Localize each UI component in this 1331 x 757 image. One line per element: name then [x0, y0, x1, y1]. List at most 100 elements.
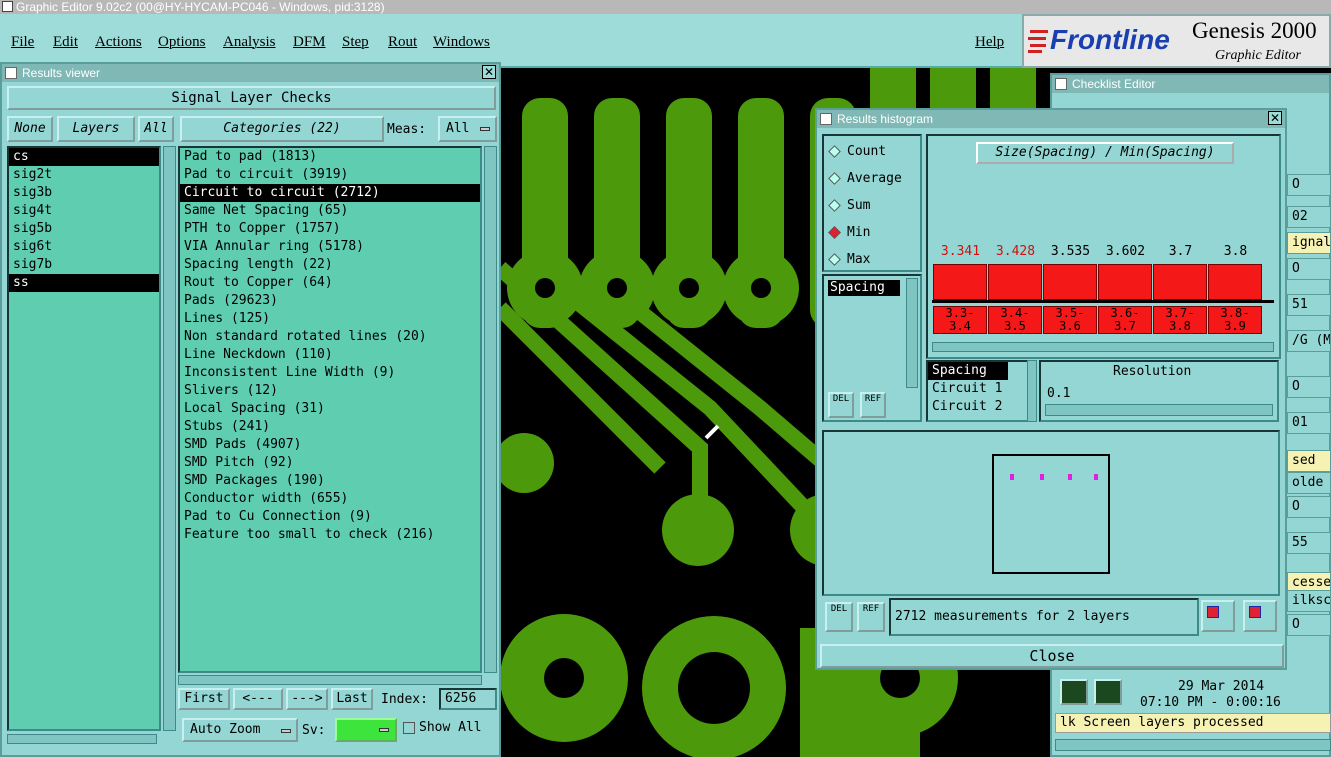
checklist-item-fragment[interactable]: ilksc [1287, 590, 1331, 612]
layer-item[interactable]: sig4t [9, 202, 159, 220]
run-icon[interactable] [1060, 679, 1088, 705]
checklist-item-fragment[interactable]: ignal [1287, 232, 1331, 254]
checklist-item-fragment[interactable]: olde [1287, 472, 1331, 494]
checklist-item-fragment[interactable]: O [1287, 174, 1331, 196]
all-button[interactable]: All [138, 116, 174, 142]
layer-item[interactable]: ss [9, 274, 159, 292]
category-item[interactable]: Conductor width (655) [180, 490, 480, 508]
layer-item[interactable]: sig5b [9, 220, 159, 238]
del-button[interactable]: DEL [828, 392, 854, 418]
category-item[interactable]: SMD Packages (190) [180, 472, 480, 490]
auto-zoom-dropdown[interactable]: Auto Zoom [182, 718, 298, 742]
histogram-bar[interactable] [1098, 264, 1152, 300]
category-item[interactable]: Pads (29623) [180, 292, 480, 310]
menu-analysis[interactable]: Analysis [223, 34, 276, 51]
field-spacing[interactable]: Spacing [828, 280, 900, 296]
ref-button-bottom[interactable]: REF [857, 602, 885, 632]
layer-item[interactable]: sig2t [9, 166, 159, 184]
layer-item[interactable]: cs [9, 148, 159, 166]
option-max-radio[interactable]: Max [828, 252, 870, 267]
menu-rout[interactable]: Rout [388, 34, 417, 51]
category-item[interactable]: Feature too small to check (216) [180, 526, 480, 544]
attr-item[interactable]: Spacing [928, 362, 1008, 380]
category-item[interactable]: Line Neckdown (110) [180, 346, 480, 364]
layer-item[interactable]: sig3b [9, 184, 159, 202]
category-item[interactable]: Non standard rotated lines (20) [180, 328, 480, 346]
category-item[interactable]: Local Spacing (31) [180, 400, 480, 418]
category-item[interactable]: Inconsistent Line Width (9) [180, 364, 480, 382]
categories-list[interactable]: Pad to pad (1813) Pad to circuit (3919) Ci… [178, 146, 482, 673]
checklist-item-fragment[interactable]: /G (M [1287, 330, 1331, 352]
category-item[interactable]: Circuit to circuit (2712) [180, 184, 480, 202]
meas-dropdown[interactable]: All [438, 116, 497, 142]
histogram-bar[interactable] [988, 264, 1042, 300]
menu-file[interactable]: File [11, 34, 34, 51]
last-button[interactable]: Last [331, 688, 373, 710]
resolution-slider[interactable] [1045, 404, 1273, 416]
menu-dfm[interactable]: DFM [293, 34, 326, 51]
checklist-item-fragment[interactable]: O [1287, 614, 1331, 636]
option-min-radio[interactable]: Min [828, 225, 870, 240]
attr-item[interactable]: Circuit 1 [928, 380, 1028, 398]
layers-list[interactable]: cs sig2t sig3b sig4t sig5b sig6t sig7b ss [7, 146, 161, 731]
del-button-bottom[interactable]: DEL [825, 602, 853, 632]
menu-windows[interactable]: Windows [433, 34, 490, 51]
checklist-item-fragment[interactable]: 02 [1287, 206, 1331, 228]
option-count-radio[interactable]: Count [828, 144, 886, 159]
layer-item[interactable]: sig6t [9, 238, 159, 256]
field-scrollbar[interactable] [906, 278, 918, 388]
checklist-item-fragment[interactable]: O [1287, 258, 1331, 280]
menu-step[interactable]: Step [342, 34, 369, 51]
layer-item[interactable]: sig7b [9, 256, 159, 274]
categories-scrollbar[interactable] [484, 146, 497, 673]
category-item[interactable]: VIA Annular ring (5178) [180, 238, 480, 256]
ref-button[interactable]: REF [860, 392, 886, 418]
option-average-radio[interactable]: Average [828, 171, 902, 186]
first-button[interactable]: First [178, 688, 230, 710]
next-button[interactable]: ---> [286, 688, 328, 710]
category-item[interactable]: Pad to pad (1813) [180, 148, 480, 166]
category-item[interactable]: PTH to Copper (1757) [180, 220, 480, 238]
histogram-bar[interactable] [933, 264, 987, 300]
none-button[interactable]: None [7, 116, 53, 142]
close-button[interactable]: Close [820, 644, 1284, 668]
category-item[interactable]: Pad to circuit (3919) [180, 166, 480, 184]
histogram-bar[interactable] [1043, 264, 1097, 300]
close-icon[interactable]: ✕ [482, 65, 496, 79]
checklist-hscrollbar[interactable] [1055, 739, 1331, 751]
checklist-item-fragment[interactable]: 51 [1287, 294, 1331, 316]
export-icon[interactable] [1201, 600, 1235, 632]
menu-actions[interactable]: Actions [95, 34, 142, 51]
category-item[interactable]: Spacing length (22) [180, 256, 480, 274]
checklist-item-fragment[interactable]: 55 [1287, 532, 1331, 554]
layers-scrollbar[interactable] [163, 146, 176, 731]
checklist-item-fragment[interactable]: O [1287, 376, 1331, 398]
category-item[interactable]: SMD Pitch (92) [180, 454, 480, 472]
checklist-item-fragment[interactable]: sed [1287, 450, 1331, 472]
category-item[interactable]: Slivers (12) [180, 382, 480, 400]
chart-hscrollbar[interactable] [932, 342, 1274, 352]
attr-scrollbar[interactable] [1027, 360, 1037, 422]
category-item[interactable]: Same Net Spacing (65) [180, 202, 480, 220]
category-item[interactable]: Pad to Cu Connection (9) [180, 508, 480, 526]
checklist-item-fragment[interactable]: O [1287, 496, 1331, 518]
menu-help[interactable]: Help [975, 34, 1004, 51]
categories-hscrollbar[interactable] [178, 675, 482, 685]
checklist-item-fragment[interactable]: 01 [1287, 412, 1331, 434]
show-all-checkbox[interactable] [403, 722, 415, 734]
sv-color-dropdown[interactable] [335, 718, 397, 742]
category-item[interactable]: SMD Pads (4907) [180, 436, 480, 454]
histogram-bar[interactable] [1153, 264, 1207, 300]
attr-item[interactable]: Circuit 2 [928, 398, 1028, 416]
prev-button[interactable]: <--- [233, 688, 283, 710]
category-item[interactable]: Stubs (241) [180, 418, 480, 436]
layers-hscrollbar[interactable] [7, 734, 157, 744]
menu-options[interactable]: Options [158, 34, 206, 51]
attr-list[interactable]: Spacing Circuit 1 Circuit 2 [926, 360, 1030, 422]
category-item[interactable]: Lines (125) [180, 310, 480, 328]
index-field[interactable]: 6256 [439, 688, 497, 710]
close-icon[interactable]: ✕ [1268, 111, 1282, 125]
option-sum-radio[interactable]: Sum [828, 198, 870, 213]
import-icon[interactable] [1243, 600, 1277, 632]
category-item[interactable]: Rout to Copper (64) [180, 274, 480, 292]
